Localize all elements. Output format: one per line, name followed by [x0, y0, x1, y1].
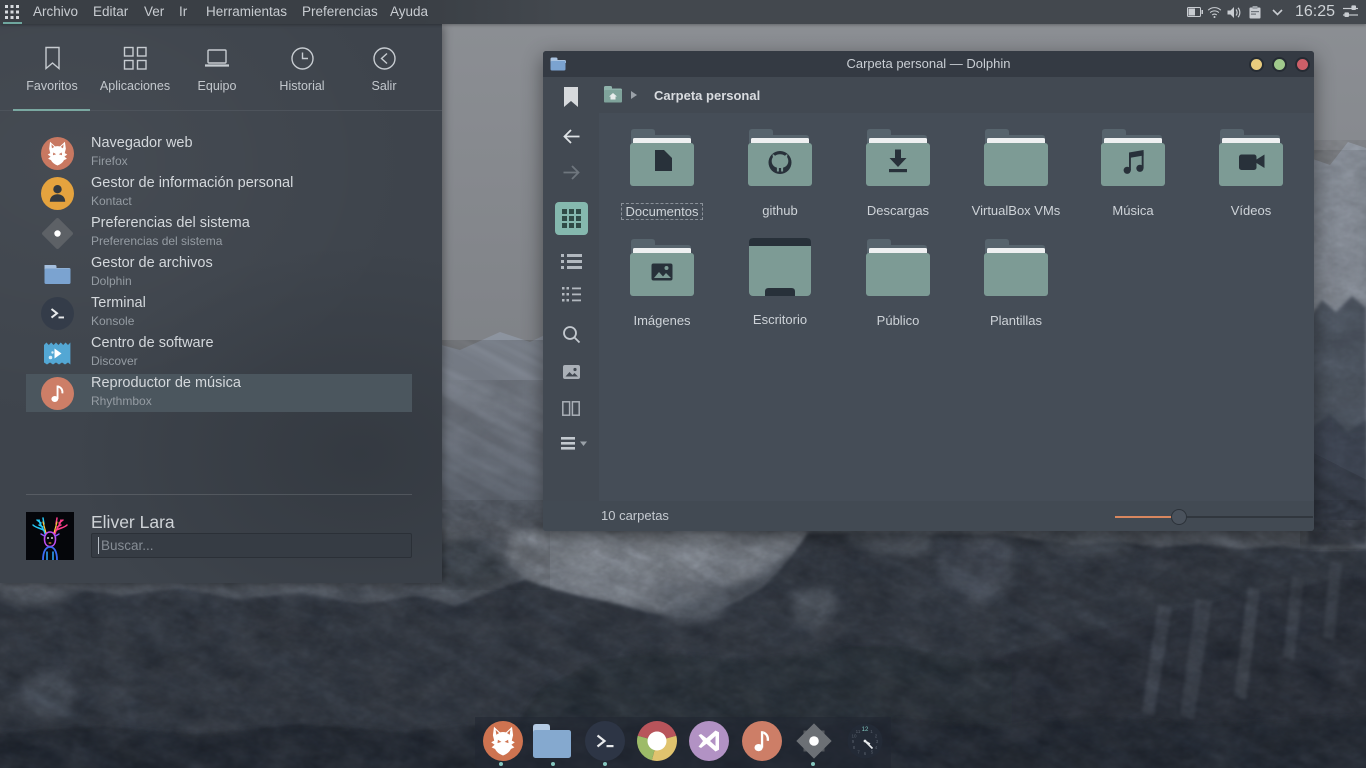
svg-text:10: 10: [851, 734, 857, 739]
svg-text:11: 11: [856, 729, 861, 734]
svg-text:12: 12: [862, 727, 869, 733]
